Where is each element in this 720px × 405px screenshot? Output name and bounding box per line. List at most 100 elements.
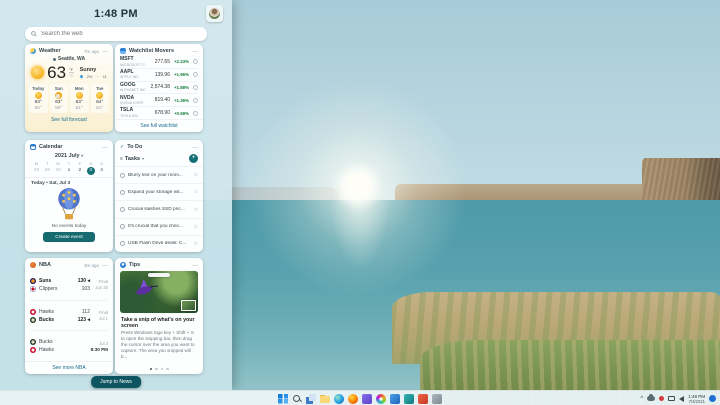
month-selector[interactable]: 2021 July ▾: [25, 152, 113, 161]
tray-overflow-chevron[interactable]: ^: [640, 396, 643, 402]
forecast-high: 63°: [76, 100, 83, 105]
calendar-date[interactable]: 1: [64, 167, 75, 175]
network-icon[interactable]: [668, 396, 675, 401]
star-icon[interactable]: ☆: [194, 241, 198, 247]
task-checkbox[interactable]: [120, 224, 125, 229]
task-checkbox[interactable]: [120, 207, 125, 212]
task-checkbox[interactable]: [120, 173, 125, 178]
stock-row[interactable]: AAPL APPLE INC. 139.96 +1.96%: [120, 68, 198, 81]
stock-watch-icon[interactable]: [193, 72, 198, 77]
tray-status-icon[interactable]: [659, 396, 664, 401]
pinned-app-3[interactable]: [418, 394, 428, 404]
no-events-label: No events today: [25, 223, 113, 231]
more-options-button[interactable]: …: [192, 263, 198, 267]
onedrive-icon[interactable]: [647, 396, 655, 401]
start-button[interactable]: [278, 394, 288, 404]
see-full-watchlist-link[interactable]: See full watchlist: [115, 119, 203, 132]
nba-widget[interactable]: NBA 3m ago … Suns 130 ◂: [25, 258, 113, 374]
tips-widget[interactable]: Tips … Take a snip of what's on your scr…: [115, 258, 203, 374]
stock-row[interactable]: NVDA NVIDIA CORP. 819.40 +1.36%: [120, 93, 198, 106]
task-row[interactable]: Blurry text on your moni... ☆: [115, 166, 203, 183]
task-row[interactable]: USB Flash Drive deals: C... ☆: [115, 235, 203, 252]
stock-company: TESLA INC.: [120, 114, 146, 118]
weekday-label: S: [96, 161, 107, 166]
jump-to-news-button[interactable]: Jump to News: [91, 376, 141, 388]
task-list-selector[interactable]: Tasks: [125, 156, 140, 162]
calendar-date[interactable]: 2: [74, 167, 85, 175]
see-more-nba-link[interactable]: See more NBA: [25, 361, 113, 374]
file-explorer-button[interactable]: [320, 394, 330, 404]
game-status: Final: [90, 279, 108, 284]
calendar-date[interactable]: 4: [96, 167, 107, 175]
stock-change: +2.23%: [172, 59, 189, 64]
calendar-date[interactable]: 28: [31, 167, 42, 175]
forecast-day[interactable]: Sun 63° 59°: [50, 84, 69, 113]
taskbar-search-button[interactable]: [292, 394, 302, 404]
more-options-button[interactable]: …: [102, 145, 108, 149]
widgets-settings-button[interactable]: [206, 5, 223, 22]
pinned-app-1[interactable]: [390, 394, 400, 404]
task-row[interactable]: It's crucial that you chec... ☆: [115, 218, 203, 235]
pinned-app-2[interactable]: [404, 394, 414, 404]
task-row[interactable]: Crucial slashes SSD pric... ☆: [115, 200, 203, 217]
star-icon[interactable]: ☆: [194, 207, 198, 213]
stock-watch-icon[interactable]: [193, 98, 198, 103]
watchlist-widget[interactable]: Watchlist Movers … MSFT MICROSOFT C... 2…: [115, 44, 203, 132]
more-options-button[interactable]: …: [102, 263, 108, 267]
todo-widget[interactable]: ✓ To Do … ≡ Tasks ▾ + Blurry text on you…: [115, 140, 203, 252]
star-icon[interactable]: ☆: [194, 189, 198, 195]
widget-title: NBA: [39, 262, 51, 268]
add-task-button[interactable]: +: [189, 154, 198, 163]
firefox-browser-button[interactable]: [348, 394, 358, 404]
carousel-dot[interactable]: [150, 368, 153, 371]
search-bar[interactable]: [25, 27, 207, 41]
game-row[interactable]: Suns 130 ◂ Clippers 103 Final Jun 30: [30, 270, 108, 300]
task-title: Blurry text on your moni...: [128, 173, 191, 178]
taskbar-clock[interactable]: 1:48 PM 7/3/2021: [688, 394, 705, 404]
carousel-dot[interactable]: [155, 368, 158, 371]
more-options-button[interactable]: …: [192, 145, 198, 149]
star-icon[interactable]: ☆: [194, 224, 198, 230]
calendar-widget[interactable]: Calendar … 2021 July ▾ M T W T F S S 28 …: [25, 140, 113, 252]
game-row[interactable]: Hawks 112 Bucks 123 ◂ Final Jul 1: [30, 300, 108, 331]
carousel-dot[interactable]: [161, 368, 164, 371]
search-icon: [31, 31, 37, 37]
game-row[interactable]: Bucks Hawks Jul 3 8:30 PM: [30, 330, 108, 361]
calendar-date[interactable]: 30: [53, 167, 64, 175]
more-options-button[interactable]: …: [192, 49, 198, 53]
calendar-date[interactable]: 29: [42, 167, 53, 175]
star-icon[interactable]: ☆: [194, 172, 198, 178]
pinned-app-purple[interactable]: [362, 394, 372, 404]
forecast-day[interactable]: Mon 63° 61°: [70, 84, 89, 113]
notification-badge[interactable]: [709, 395, 716, 402]
carousel-dot[interactable]: [166, 368, 169, 371]
photos-app-button[interactable]: [376, 394, 386, 404]
more-options-button[interactable]: …: [102, 49, 108, 53]
weekday-label: T: [64, 161, 75, 166]
stock-watch-icon[interactable]: [193, 111, 198, 116]
edge-browser-button[interactable]: [334, 394, 344, 404]
calendar-date-selected[interactable]: 3: [87, 167, 95, 175]
task-checkbox[interactable]: [120, 241, 125, 246]
forecast-day[interactable]: Tue 64° 61°: [91, 84, 110, 113]
create-event-button[interactable]: Create event: [43, 232, 95, 242]
team-name: Bucks: [39, 339, 53, 345]
volume-icon[interactable]: [679, 396, 684, 402]
stock-row[interactable]: MSFT MICROSOFT C... 277.65 +2.23%: [120, 56, 198, 68]
task-view-button[interactable]: [306, 394, 316, 404]
stock-watch-icon[interactable]: [193, 59, 198, 64]
pinned-app-4[interactable]: [432, 394, 442, 404]
task-title: It's crucial that you chec...: [128, 224, 191, 229]
task-checkbox[interactable]: [120, 190, 125, 195]
search-input[interactable]: [41, 31, 201, 37]
forecast-day[interactable]: Today 63° 60°: [29, 84, 48, 113]
stock-row[interactable]: GOOG ALPHABET INC. 2,574.38 +1.88%: [120, 81, 198, 94]
stock-row[interactable]: TSLA TESLA INC. 678.90 +0.58%: [120, 106, 198, 119]
see-full-forecast-link[interactable]: See full forecast: [25, 115, 113, 123]
stock-company: MICROSOFT C...: [120, 63, 146, 67]
precipitation-icon: [79, 74, 83, 78]
weather-widget[interactable]: Weather 7m ago … Seattle, WA 63 °F °C Su…: [25, 44, 113, 132]
task-row[interactable]: Expand your storage wit... ☆: [115, 183, 203, 200]
unit-celsius[interactable]: °C: [69, 72, 74, 78]
stock-watch-icon[interactable]: [193, 85, 198, 90]
